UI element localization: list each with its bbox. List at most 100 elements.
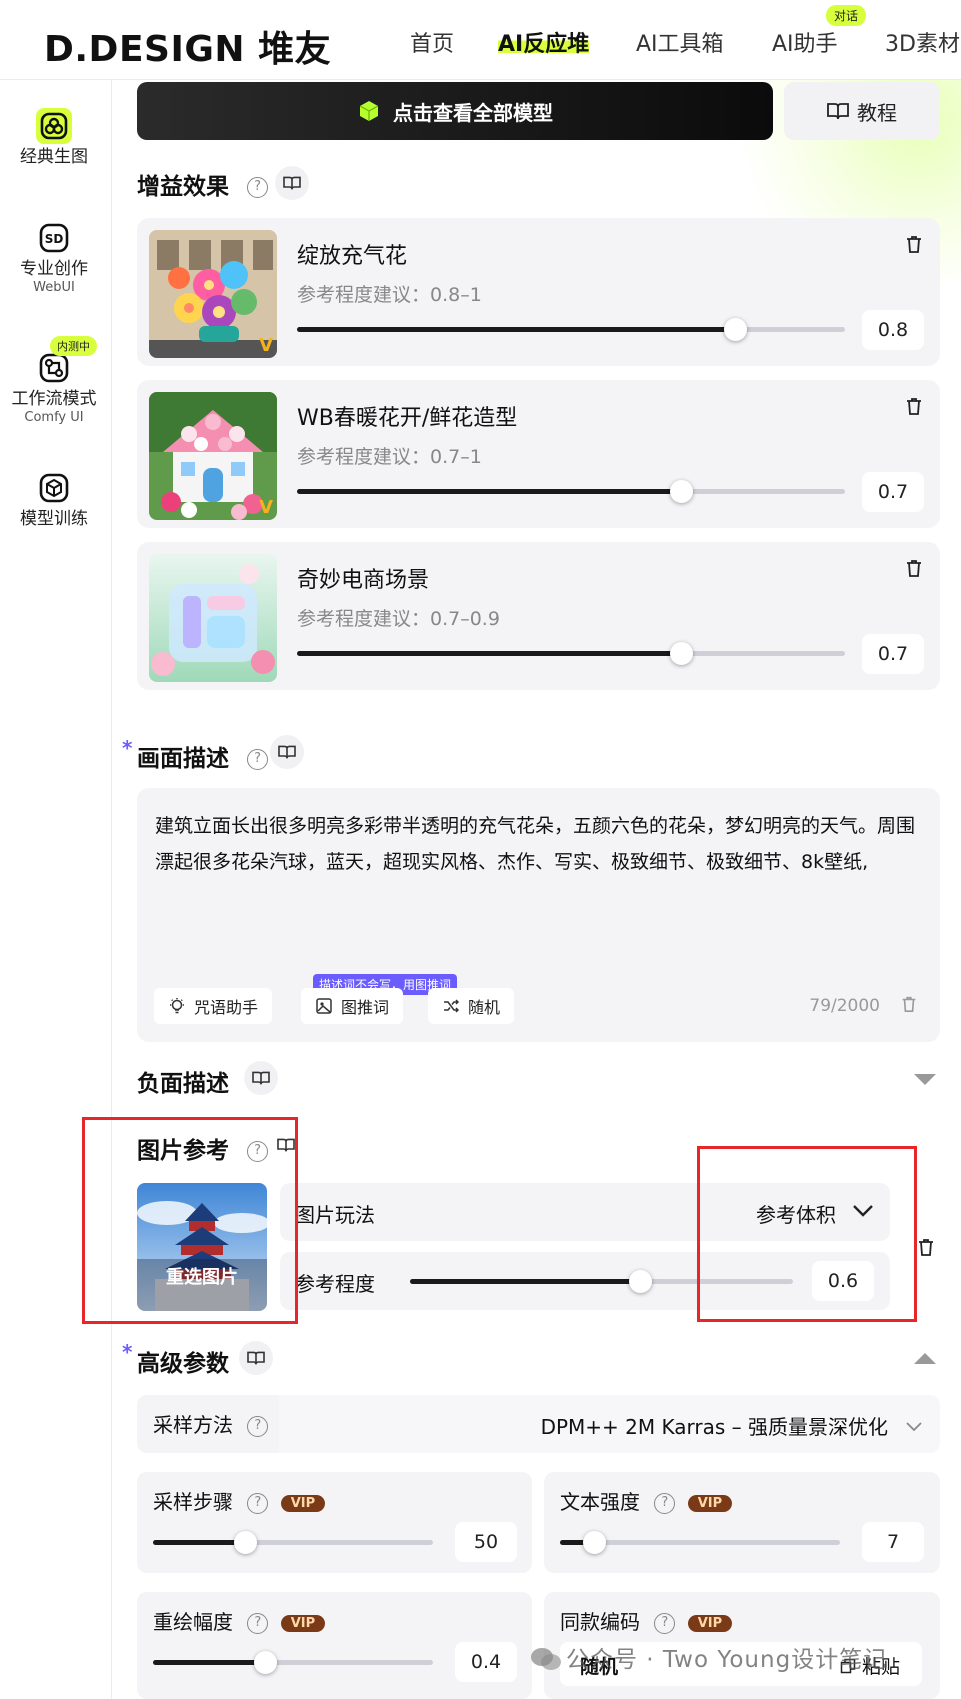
param-card-steps[interactable]: 采样步骤 ? VIP 50 (137, 1472, 532, 1573)
effect-strength-slider[interactable] (297, 318, 845, 341)
spell-assistant-button[interactable]: 咒语助手 (154, 988, 273, 1024)
sidebar-item-workflow[interactable]: 内测中 工作流模式 Comfy UI (0, 336, 108, 426)
delete-icon[interactable] (904, 396, 926, 418)
watermark-text: 公众号 · Two Young设计笔记 (566, 1647, 888, 1673)
spell-assistant-label: 咒语助手 (194, 998, 259, 1017)
effect-suggestion: 参考程度建议：0.8–1 (297, 284, 482, 306)
effect-suggestion: 参考程度建议：0.7–1 (297, 446, 482, 468)
effect-strength-value[interactable]: 0.7 (862, 634, 924, 674)
help-icon[interactable]: ? (247, 1613, 269, 1634)
steps-value[interactable]: 50 (455, 1522, 517, 1562)
slider-fill (297, 327, 735, 332)
param-label: 重绘幅度 ? VIP (153, 1606, 326, 1635)
required-mark: * (122, 1340, 133, 1364)
help-icon[interactable]: ? (654, 1613, 676, 1634)
effect-card[interactable]: V WB春暖花开/鲜花造型 参考程度建议：0.7–1 0.7 (137, 380, 940, 528)
prompt-section-title: 画面描述 ? (137, 739, 269, 773)
image-to-prompt-button[interactable]: 图推词 (301, 988, 404, 1024)
sd-icon: SD (36, 220, 72, 256)
redraw-slider[interactable] (153, 1651, 433, 1674)
steps-slider[interactable] (153, 1531, 433, 1554)
effect-strength-slider[interactable] (297, 642, 845, 665)
collapse-advanced-icon[interactable] (913, 1350, 937, 1369)
effect-thumbnail-flower-house: V (149, 392, 277, 520)
param-label: 同款编码 ? VIP (560, 1606, 733, 1635)
help-icon[interactable]: ? (247, 1493, 269, 1514)
delete-reference-icon[interactable] (916, 1237, 936, 1261)
book-icon (827, 103, 849, 120)
delete-icon[interactable] (904, 558, 926, 580)
vip-v-mark: V (259, 335, 273, 356)
annotation-highlight-box (82, 1117, 298, 1324)
random-prompt-button[interactable]: 随机 (428, 988, 515, 1024)
param-label: 文本强度 ? VIP (560, 1486, 733, 1515)
sidebar-item-webui[interactable]: SD 专业创作 WebUI (0, 220, 108, 296)
help-icon[interactable]: ? (247, 749, 269, 770)
chevron-down-icon (906, 1417, 922, 1436)
slider-knob[interactable] (583, 1531, 606, 1554)
effect-strength-value[interactable]: 0.8 (862, 310, 924, 350)
effects-title-text: 增益效果 (137, 174, 229, 200)
view-all-models-label: 点击查看全部模型 (393, 100, 553, 125)
sidebar-label: 经典生图 (20, 147, 88, 167)
delete-icon[interactable] (904, 234, 926, 256)
book-icon (247, 1351, 265, 1365)
view-all-models-button[interactable]: 点击查看全部模型 (137, 82, 773, 140)
param-label-text: 重绘幅度 (153, 1610, 233, 1634)
sampler-row[interactable]: 采样方法 ? DPM++ 2M Karras – 强质量景深优化 (137, 1395, 940, 1453)
sidebar-item-training[interactable]: 模型训练 (0, 470, 108, 530)
help-icon[interactable]: ? (654, 1493, 676, 1514)
slider-knob[interactable] (629, 1270, 652, 1293)
effects-book-button[interactable] (275, 166, 309, 200)
help-icon[interactable]: ? (247, 177, 269, 198)
param-card-text-strength[interactable]: 文本强度 ? VIP 7 (544, 1472, 940, 1573)
nav-ai-toolbox[interactable]: AI工具箱 (636, 26, 724, 58)
slider-knob[interactable] (670, 480, 693, 503)
effect-strength-slider[interactable] (297, 480, 845, 503)
nav-home[interactable]: 首页 (410, 26, 454, 58)
assistant-chat-badge: 对话 (826, 5, 867, 26)
effect-strength-value[interactable]: 0.7 (862, 472, 924, 512)
image-strength-label: 参考程度 (295, 1272, 375, 1296)
model-train-icon (36, 470, 72, 506)
nav-ai-assistant[interactable]: AI助手 (772, 26, 838, 58)
effect-thumbnail-inflatable-flowers: V (149, 230, 277, 358)
param-label: 采样步骤 ? VIP (153, 1486, 326, 1515)
prompt-text[interactable]: 建筑立面长出很多明亮多彩带半透明的充气花朵，五颜六色的花朵，梦幻明亮的天气。周围… (155, 808, 925, 880)
sidebar-item-classic[interactable]: 经典生图 (0, 108, 108, 168)
negative-book-button[interactable] (244, 1061, 278, 1095)
advanced-book-button[interactable] (239, 1341, 273, 1375)
sidebar-label: 工作流模式 (11, 389, 97, 409)
help-icon[interactable]: ? (247, 1416, 269, 1437)
vip-badge: VIP (687, 1615, 733, 1632)
sampler-label: 采样方法 ? (153, 1409, 269, 1438)
effect-title: WB春暖花开/鲜花造型 (297, 406, 518, 431)
sampler-select[interactable]: DPM++ 2M Karras – 强质量景深优化 (279, 1395, 940, 1453)
slider-knob[interactable] (724, 318, 747, 341)
slider-knob[interactable] (670, 642, 693, 665)
prompt-book-button[interactable] (270, 735, 304, 769)
effect-card[interactable]: 奇妙电商场景 参考程度建议：0.7–0.9 0.7 (137, 542, 940, 690)
prompt-textarea[interactable]: 建筑立面长出很多明亮多彩带半透明的充气花朵，五颜六色的花朵，梦幻明亮的天气。周围… (137, 788, 940, 1042)
nav-3d-assets[interactable]: 3D素材 (885, 26, 960, 58)
svg-text:SD: SD (45, 232, 64, 246)
vip-v-mark: V (259, 497, 273, 518)
tutorial-button[interactable]: 教程 (784, 82, 940, 140)
param-card-redraw[interactable]: 重绘幅度 ? VIP 0.4 (137, 1592, 532, 1699)
effect-title: 绽放充气花 (297, 244, 408, 269)
slider-fill (297, 489, 681, 494)
text-strength-slider[interactable] (560, 1531, 840, 1554)
slider-fill (153, 1540, 245, 1545)
nav-ai-reactor[interactable]: AI反应堆 (498, 26, 590, 58)
effect-card[interactable]: V 绽放充气花 参考程度建议：0.8–1 0.8 (137, 218, 940, 366)
image-icon (316, 998, 332, 1014)
expand-negative-icon[interactable] (913, 1072, 937, 1091)
text-strength-value[interactable]: 7 (862, 1522, 924, 1562)
slider-knob[interactable] (234, 1531, 257, 1554)
vip-badge: VIP (280, 1615, 326, 1632)
brand-logo[interactable]: D.DESIGN 堆友 (44, 20, 331, 72)
redraw-value[interactable]: 0.4 (455, 1642, 517, 1682)
slider-knob[interactable] (254, 1651, 277, 1674)
clear-prompt-icon[interactable] (900, 995, 918, 1017)
sidebar-sublabel: Comfy UI (24, 410, 84, 425)
